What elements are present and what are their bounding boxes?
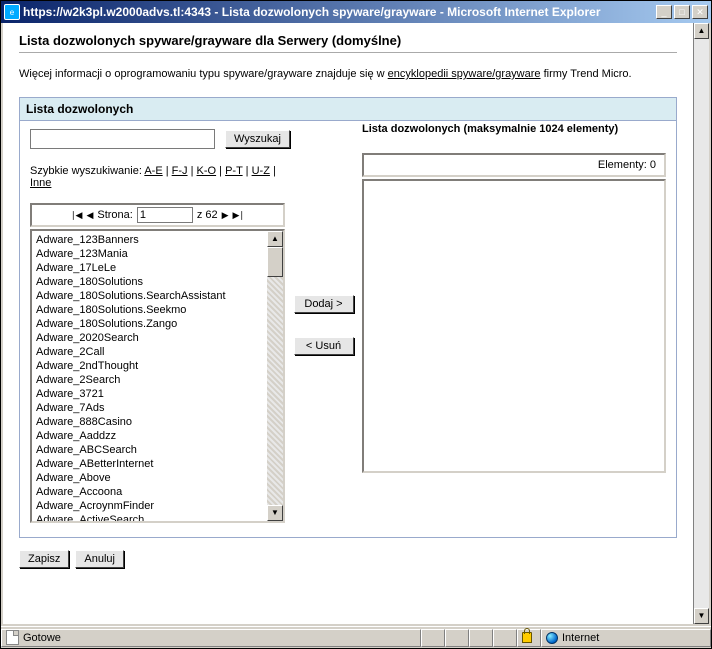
list-item[interactable]: Adware_17LeLe <box>34 261 267 275</box>
panel-body: Wyszukaj Szybkie wyszukiwanie: A-E | F-J… <box>20 121 676 537</box>
page-scroll-track[interactable] <box>694 39 709 608</box>
quick-search: Szybkie wyszukiwanie: A-E | F-J | K-O | … <box>30 165 285 189</box>
columns: Szybkie wyszukiwanie: A-E | F-J | K-O | … <box>30 165 666 523</box>
list-item[interactable]: Adware_888Casino <box>34 415 267 429</box>
page-icon <box>6 630 19 645</box>
page-scrollbar[interactable]: ▲ ▼ <box>693 23 709 624</box>
left-column: Szybkie wyszukiwanie: A-E | F-J | K-O | … <box>30 165 285 523</box>
page: Lista dozwolonych spyware/grayware dla S… <box>3 23 693 624</box>
scroll-thumb[interactable] <box>267 247 283 277</box>
status-zone-cell: Internet <box>541 629 711 647</box>
list-item[interactable]: Adware_3721 <box>34 387 267 401</box>
scroll-up-button[interactable]: ▲ <box>267 231 283 247</box>
close-button[interactable]: ✕ <box>692 5 708 19</box>
list-item[interactable]: Adware_ABetterInternet <box>34 457 267 471</box>
list-item[interactable]: Adware_2Search <box>34 373 267 387</box>
content-area: Lista dozwolonych spyware/grayware dla S… <box>1 23 711 626</box>
list-item[interactable]: Adware_ABCSearch <box>34 443 267 457</box>
search-button[interactable]: Wyszukaj <box>225 130 290 148</box>
available-listbox[interactable]: Adware_123BannersAdware_123ManiaAdware_1… <box>30 229 285 523</box>
list-item[interactable]: Adware_180Solutions.Seekmo <box>34 303 267 317</box>
list-item[interactable]: Adware_2ndThought <box>34 359 267 373</box>
window-title: https://w2k3pl.w2000advs.tl:4343 - Lista… <box>23 5 656 19</box>
globe-icon <box>546 632 558 644</box>
quick-link-a-e[interactable]: A-E <box>144 165 162 177</box>
pager: ∣◀ ◀ Strona: z 62 ▶ ▶∣ <box>30 203 285 227</box>
cancel-button[interactable]: Anuluj <box>75 550 124 568</box>
list-item[interactable]: Adware_Aaddzz <box>34 429 267 443</box>
listbox-scrollbar[interactable]: ▲ ▼ <box>267 231 283 521</box>
quick-link-u-z[interactable]: U-Z <box>252 165 270 177</box>
list-item[interactable]: Adware_ActiveSearch <box>34 513 267 521</box>
middle-column: Dodaj > < Usuń <box>291 165 356 355</box>
intro-text: Więcej informacji o oprogramowaniu typu … <box>19 65 677 83</box>
list-item[interactable]: Adware_2Call <box>34 345 267 359</box>
quick-link-k-o[interactable]: K-O <box>197 165 217 177</box>
scroll-track[interactable] <box>267 277 283 505</box>
list-item[interactable]: Adware_Accoona <box>34 485 267 499</box>
status-lock-cell <box>517 629 541 647</box>
remove-button[interactable]: < Usuń <box>294 337 354 355</box>
status-slot-3 <box>469 629 493 647</box>
quick-link-inne[interactable]: Inne <box>30 177 51 189</box>
intro-suffix: firmy Trend Micro. <box>541 68 632 80</box>
add-button[interactable]: Dodaj > <box>294 295 354 313</box>
pager-label-page: Strona: <box>97 209 132 221</box>
search-input[interactable] <box>30 129 215 149</box>
last-page-button[interactable]: ▶∣ <box>233 210 244 221</box>
quick-search-label: Szybkie wyszukiwanie: <box>30 165 144 177</box>
intro-prefix: Więcej informacji o oprogramowaniu typu … <box>19 68 388 80</box>
list-item[interactable]: Adware_AcroynmFinder <box>34 499 267 513</box>
list-item[interactable]: Adware_180Solutions.SearchAssistant <box>34 289 267 303</box>
statusbar: Gotowe Internet <box>1 626 711 648</box>
list-item[interactable]: Adware_2020Search <box>34 331 267 345</box>
save-button[interactable]: Zapisz <box>19 550 69 568</box>
list-item[interactable]: Adware_180Solutions <box>34 275 267 289</box>
panel-title: Lista dozwolonych <box>20 98 676 121</box>
elements-count-bar: Elementy: 0 <box>362 153 666 177</box>
scroll-down-button[interactable]: ▼ <box>267 505 283 521</box>
page-scroll-down-button[interactable]: ▼ <box>694 608 709 624</box>
window-controls: _ □ ✕ <box>656 5 708 19</box>
titlebar: e https://w2k3pl.w2000advs.tl:4343 - Lis… <box>1 1 711 23</box>
page-number-input[interactable] <box>137 207 193 223</box>
quick-link-f-j[interactable]: F-J <box>172 165 188 177</box>
status-slot-1 <box>421 629 445 647</box>
status-slot-2 <box>445 629 469 647</box>
ie-icon: e <box>4 4 20 20</box>
minimize-button[interactable]: _ <box>656 5 672 19</box>
list-item[interactable]: Adware_Above <box>34 471 267 485</box>
maximize-button[interactable]: □ <box>674 5 690 19</box>
zone-text: Internet <box>562 632 599 644</box>
list-item[interactable]: Adware_180Solutions.Zango <box>34 317 267 331</box>
footer-buttons: Zapisz Anuluj <box>19 550 677 568</box>
encyclopedia-link[interactable]: encyklopedii spyware/grayware <box>388 68 541 80</box>
first-page-button[interactable]: ∣◀ <box>71 210 82 221</box>
selected-listbox[interactable] <box>362 179 666 473</box>
list-item[interactable]: Adware_123Banners <box>34 233 267 247</box>
right-column: Lista dozwolonych (maksymalnie 1024 elem… <box>362 165 666 473</box>
page-scroll-up-button[interactable]: ▲ <box>694 23 709 39</box>
pager-of-total: z 62 <box>197 209 218 221</box>
list-item[interactable]: Adware_7Ads <box>34 401 267 415</box>
lock-icon <box>522 632 532 643</box>
next-page-button[interactable]: ▶ <box>222 210 229 221</box>
quick-link-p-t[interactable]: P-T <box>225 165 243 177</box>
allowed-list-heading: Lista dozwolonych (maksymalnie 1024 elem… <box>362 123 666 135</box>
status-text-cell: Gotowe <box>1 629 421 647</box>
elements-count: Elementy: 0 <box>598 159 656 171</box>
allowed-list-panel: Lista dozwolonych Wyszukaj Szybkie wyszu… <box>19 97 677 538</box>
page-title: Lista dozwolonych spyware/grayware dla S… <box>19 33 677 53</box>
status-text: Gotowe <box>23 632 61 644</box>
prev-page-button[interactable]: ◀ <box>86 210 93 221</box>
browser-window: e https://w2k3pl.w2000advs.tl:4343 - Lis… <box>0 0 712 649</box>
list-item[interactable]: Adware_123Mania <box>34 247 267 261</box>
status-slot-4 <box>493 629 517 647</box>
